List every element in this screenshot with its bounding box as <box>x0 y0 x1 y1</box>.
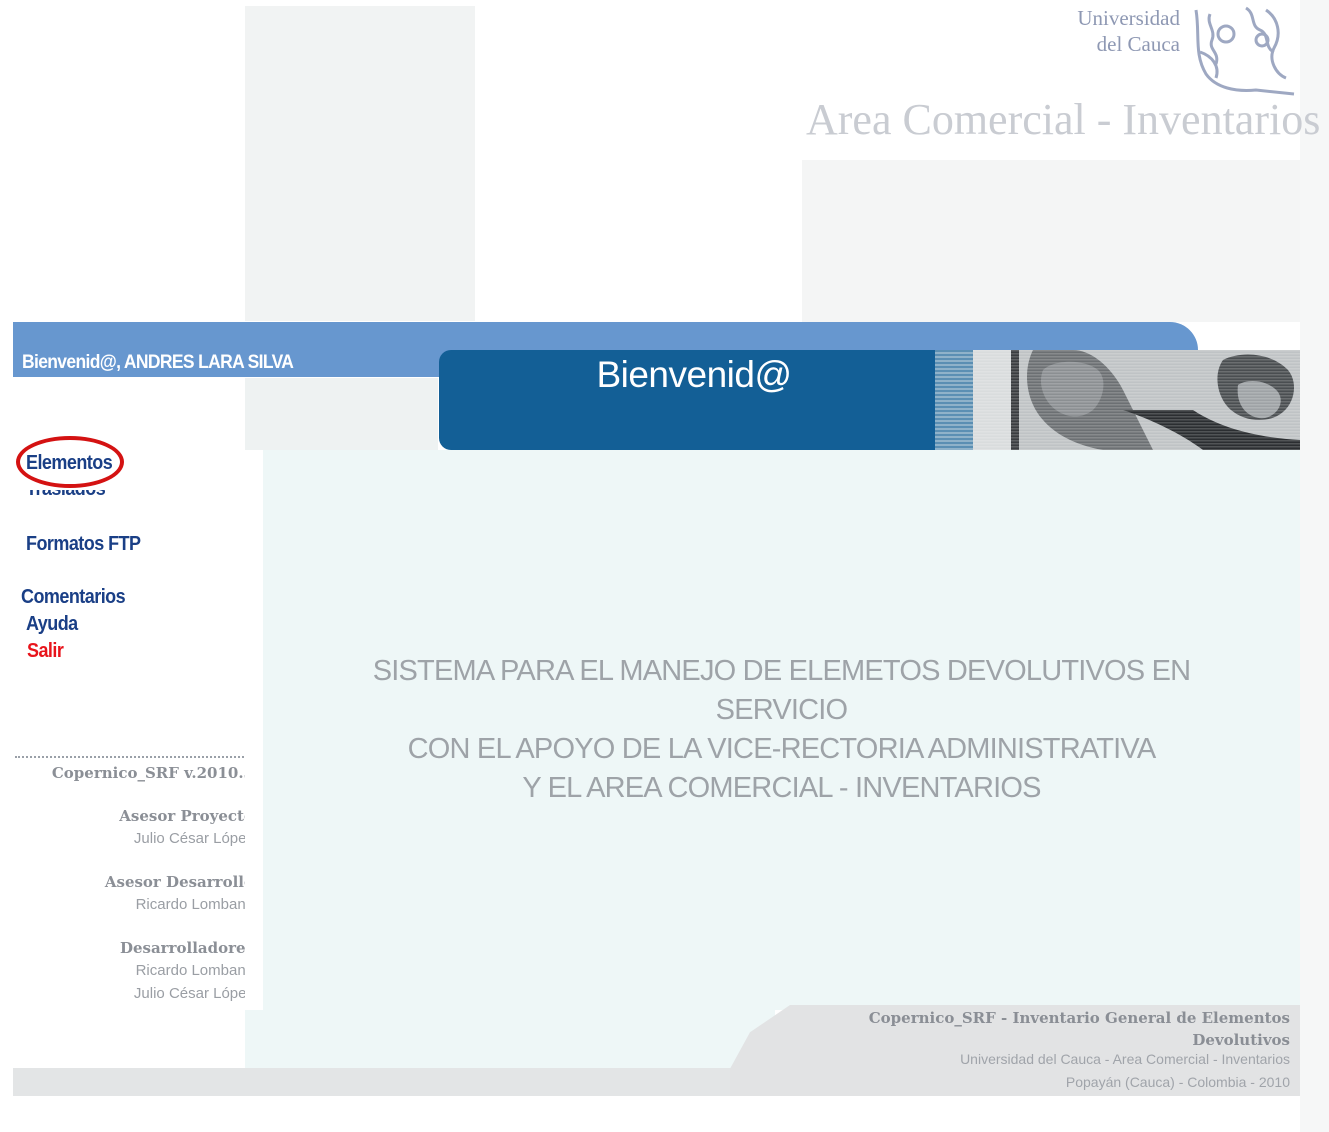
university-logo-text: Universidad del Cauca <box>1040 5 1180 57</box>
description-line: SISTEMA PARA EL MANEJO DE ELEMETOS DEVOL… <box>372 655 1191 687</box>
header-background-block <box>802 160 1300 322</box>
banner-stripes <box>935 350 975 450</box>
asesor-proyecto-name: Julio César López <box>133 830 254 847</box>
asesor-proyecto-label: Asesor Proyecto <box>119 807 254 825</box>
main-left-strip <box>245 450 263 1010</box>
area-title: Area Comercial - Inventarios <box>806 95 1321 144</box>
sidebar-item-salir[interactable]: Salir <box>27 640 64 663</box>
header-background-column <box>245 6 475 321</box>
desarrolladores-label: Desarrolladores <box>119 939 254 957</box>
logo-line-2: del Cauca <box>1096 32 1180 56</box>
desarrollador-name: Julio César López <box>133 985 254 1002</box>
footer-location: Popayán (Cauca) - Colombia - 2010 <box>1065 1074 1290 1090</box>
sidebar-item-ayuda[interactable]: Ayuda <box>26 613 78 636</box>
desarrollador-name: Ricardo Lombana <box>135 962 254 979</box>
credits-divider <box>15 756 255 758</box>
asesor-desarrollo-name: Ricardo Lombana <box>135 896 254 913</box>
sidebar-item-formatos-ftp[interactable]: Formatos FTP <box>26 533 141 556</box>
sidebar-item-elementos[interactable]: Elementos <box>26 452 113 475</box>
welcome-user-text: Bienvenid@, ANDRES LARA SILVA <box>22 352 294 373</box>
description-line: Y EL AREA COMERCIAL - INVENTARIOS <box>522 772 1041 804</box>
app-version: Copernico_SRF v.2010.5 <box>51 764 254 782</box>
description-line: CON EL APOYO DE LA VICE-RECTORIA ADMINIS… <box>407 733 1157 765</box>
footer-left-fill <box>245 1010 775 1068</box>
footer-institution: Universidad del Cauca - Area Comercial -… <box>960 1051 1290 1067</box>
page-right-margin <box>1300 0 1329 1132</box>
banner-photo <box>973 350 1300 450</box>
sidebar-top-strip <box>245 378 438 450</box>
logo-line-1: Universidad <box>1077 6 1180 30</box>
footer-title: Copernico_SRF - Inventario General de El… <box>868 1009 1290 1049</box>
system-description: SISTEMA PARA EL MANEJO DE ELEMETOS DEVOL… <box>263 652 1300 808</box>
description-line: SERVICIO <box>715 694 848 726</box>
banner-title: Bienvenid@ <box>596 354 792 395</box>
asesor-desarrollo-label: Asesor Desarrollo <box>104 873 254 891</box>
sidebar-item-comentarios[interactable]: Comentarios <box>21 586 126 609</box>
university-seal-icon <box>1194 6 1295 96</box>
